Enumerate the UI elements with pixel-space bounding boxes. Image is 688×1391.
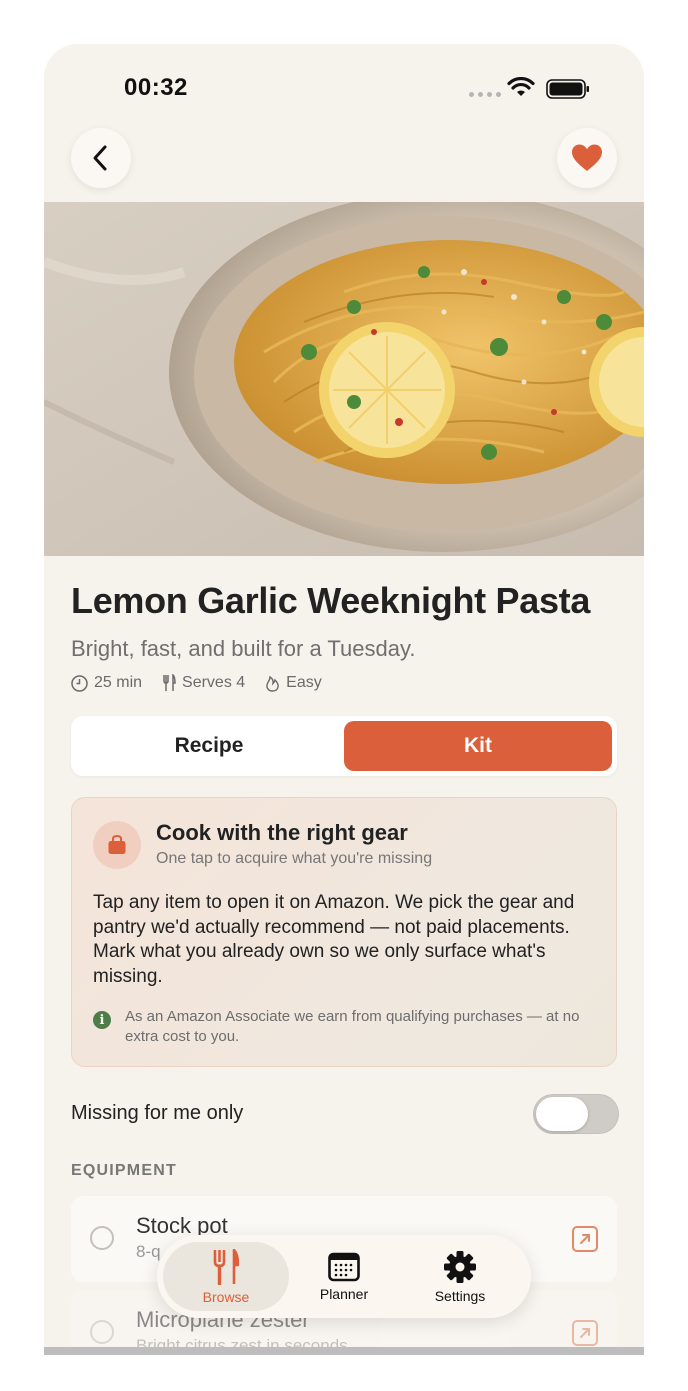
meta-difficulty-label: Easy [286,674,322,691]
tab-bar: Browse Planner Settings [157,1235,531,1318]
meta-time-label: 25 min [94,674,143,691]
affiliate-disclosure: i As an Amazon Associate we earn from qu… [93,1007,593,1046]
fork-knife-icon [213,1248,239,1285]
meta-serves-label: Serves 4 [182,674,246,691]
missing-filter-toggle[interactable] [533,1094,619,1134]
affiliate-disclosure-text: As an Amazon Associate we earn from qual… [125,1008,580,1045]
fork-knife-icon [163,674,176,691]
heart-icon [572,144,602,171]
gear-info-card: Cook with the right gear One tap to acqu… [71,797,617,1067]
meta-time: 25 min [71,674,142,692]
own-checkbox[interactable] [90,1320,114,1344]
calendar-icon [328,1252,360,1281]
status-bar: 00:32 [44,44,644,134]
card-title: Cook with the right gear [156,820,408,845]
external-link-icon[interactable] [571,1225,599,1253]
favorite-button[interactable] [557,128,617,188]
external-link-icon[interactable] [571,1319,599,1347]
flame-icon [266,675,279,692]
item-description: 8-q [136,1242,161,1261]
clock-icon [71,674,88,692]
back-button[interactable] [71,128,131,188]
wifi-icon [507,77,535,96]
recipe-subtitle: Bright, fast, and built for a Tuesday. [71,636,416,661]
phone-screen: 00:32 Lemon Garlic Weeknight Pasta Brigh… [44,44,644,1347]
tab-planner-label: Planner [319,1285,369,1302]
status-time: 00:32 [124,74,188,101]
recipe-hero-image [44,202,644,556]
tab-settings-label: Settings [434,1287,486,1304]
gear-icon [444,1250,476,1283]
tab-recipe[interactable]: Recipe [76,721,342,771]
tab-browse[interactable]: Browse [163,1242,289,1311]
missing-filter-label: Missing for me only [71,1102,244,1124]
device-bottom-edge [44,1347,644,1355]
tab-browse-label: Browse [202,1288,250,1305]
equipment-section-label: EQUIPMENT [71,1162,177,1179]
meta-difficulty: Easy [265,674,322,692]
recipe-kit-segmented-control: Recipe Kit [71,716,617,776]
card-body: Tap any item to open it on Amazon. We pi… [93,892,575,987]
tab-planner[interactable]: Planner [291,1242,397,1311]
info-icon: i [93,1011,111,1029]
cellular-signal-icon [469,92,501,97]
meta-serves: Serves 4 [162,674,245,692]
card-icon-badge [93,821,141,869]
card-subtitle: One tap to acquire what you're missing [156,850,433,867]
tab-kit[interactable]: Kit [344,721,612,771]
own-checkbox[interactable] [90,1226,114,1250]
recipe-title: Lemon Garlic Weeknight Pasta [71,580,591,621]
toggle-knob [536,1097,588,1131]
tab-settings[interactable]: Settings [407,1242,513,1311]
item-description: Bright citrus zest in seconds [136,1336,348,1347]
chevron-left-icon [93,145,107,171]
recipe-meta: 25 min Serves 4 Easy [71,674,342,692]
shopping-bag-icon [108,834,126,854]
battery-icon [546,79,589,99]
